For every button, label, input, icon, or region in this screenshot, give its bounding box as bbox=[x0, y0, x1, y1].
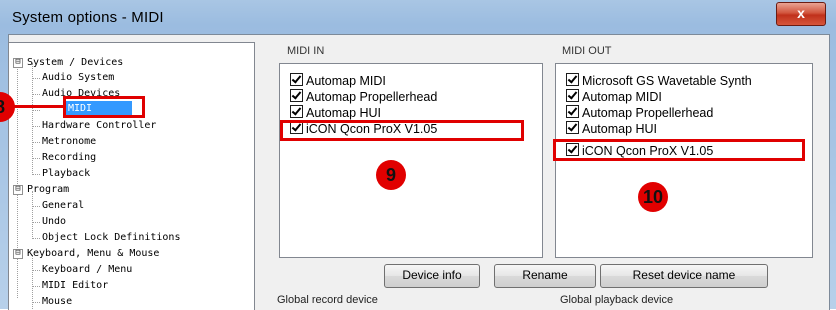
checkbox-icon[interactable] bbox=[290, 105, 303, 118]
collapse-icon[interactable]: ⊟ bbox=[13, 58, 23, 68]
tree-node-keyboard-menu[interactable]: Keyboard / Menu bbox=[42, 262, 132, 277]
tree-connector bbox=[32, 126, 40, 127]
collapse-icon[interactable]: ⊟ bbox=[13, 249, 23, 259]
highlight-midi-out-qcon bbox=[553, 139, 805, 161]
tree-node-general[interactable]: General bbox=[42, 198, 84, 213]
marker-8-leader bbox=[10, 105, 66, 108]
tree-node-audio-system[interactable]: Audio System bbox=[42, 70, 114, 85]
checkbox-icon[interactable] bbox=[566, 73, 579, 86]
window-title: System options - MIDI bbox=[12, 9, 164, 26]
highlight-midi-in-qcon bbox=[280, 120, 524, 141]
tree-connector bbox=[17, 58, 18, 298]
tree-node-label: System / Devices bbox=[27, 57, 124, 68]
reset-device-name-button[interactable]: Reset device name bbox=[600, 264, 768, 288]
midi-in-list[interactable]: Automap MIDI Automap Propellerhead Autom… bbox=[279, 63, 543, 258]
tree-node-undo[interactable]: Undo bbox=[42, 214, 66, 229]
tree-node-system-devices[interactable]: ⊟ System / Devices bbox=[13, 55, 123, 70]
rename-button[interactable]: Rename bbox=[494, 264, 596, 288]
options-tree[interactable]: ⊟ System / Devices Audio System Audio De… bbox=[8, 42, 255, 310]
tree-connector bbox=[32, 174, 40, 175]
tree-connector bbox=[32, 191, 33, 239]
midi-out-item[interactable]: Automap MIDI bbox=[566, 89, 662, 105]
checkbox-icon[interactable] bbox=[566, 89, 579, 102]
item-label: Automap MIDI bbox=[582, 90, 662, 104]
tree-connector bbox=[32, 142, 40, 143]
midi-out-item[interactable]: Microsoft GS Wavetable Synth bbox=[566, 73, 752, 89]
tree-connector bbox=[32, 238, 40, 239]
global-record-device-label: Global record device bbox=[277, 294, 378, 306]
tree-node-metronome[interactable]: Metronome bbox=[42, 134, 96, 149]
midi-out-label: MIDI OUT bbox=[562, 45, 612, 57]
checkbox-icon[interactable] bbox=[290, 73, 303, 86]
item-label: Automap HUI bbox=[582, 122, 658, 136]
global-playback-device-label: Global playback device bbox=[560, 294, 674, 306]
tree-connector bbox=[32, 302, 40, 303]
tree-connector bbox=[32, 158, 40, 159]
item-label: Automap Propellerhead bbox=[582, 106, 714, 120]
midi-out-item[interactable]: Automap Propellerhead bbox=[566, 105, 713, 121]
tree-node-hardware-controller[interactable]: Hardware Controller bbox=[42, 118, 156, 133]
midi-in-label: MIDI IN bbox=[287, 45, 325, 57]
tree-node-label: Program bbox=[27, 184, 70, 195]
marker-9: 9 bbox=[376, 160, 406, 190]
tree-connector bbox=[32, 222, 40, 223]
marker-10: 10 bbox=[638, 182, 668, 212]
item-label: Automap MIDI bbox=[306, 74, 386, 88]
midi-out-item[interactable]: Automap HUI bbox=[566, 121, 657, 137]
tree-connector bbox=[32, 110, 40, 111]
midi-in-item[interactable]: Automap MIDI bbox=[290, 73, 386, 89]
tree-node-playback[interactable]: Playback bbox=[42, 166, 90, 181]
checkbox-icon[interactable] bbox=[566, 105, 579, 118]
item-label: Automap Propellerhead bbox=[306, 90, 438, 104]
close-button[interactable]: x bbox=[776, 2, 826, 26]
midi-in-item[interactable]: Automap HUI bbox=[290, 105, 381, 121]
title-bar[interactable]: System options - MIDI x bbox=[0, 0, 836, 34]
item-label: Automap HUI bbox=[306, 106, 382, 120]
collapse-icon[interactable]: ⊟ bbox=[13, 185, 23, 195]
tree-connector bbox=[32, 206, 40, 207]
device-info-button[interactable]: Device info bbox=[384, 264, 480, 288]
system-options-window: System options - MIDI x ⊟ System / Devic… bbox=[0, 0, 836, 310]
tree-node-keyboard-menu-mouse[interactable]: ⊟ Keyboard, Menu & Mouse bbox=[13, 246, 159, 261]
highlight-midi-node bbox=[63, 96, 145, 118]
tree-node-label: Keyboard, Menu & Mouse bbox=[27, 248, 160, 259]
tree-node-midi-editor[interactable]: MIDI Editor bbox=[42, 278, 108, 293]
tree-node-object-lock[interactable]: Object Lock Definitions bbox=[42, 230, 180, 245]
tree-connector bbox=[32, 270, 40, 271]
midi-in-item[interactable]: Automap Propellerhead bbox=[290, 89, 437, 105]
item-label: Microsoft GS Wavetable Synth bbox=[582, 74, 752, 88]
tree-node-recording[interactable]: Recording bbox=[42, 150, 96, 165]
tree-connector bbox=[32, 286, 40, 287]
tree-node-mouse[interactable]: Mouse bbox=[42, 294, 72, 309]
checkbox-icon[interactable] bbox=[290, 89, 303, 102]
tree-connector bbox=[32, 78, 40, 79]
checkbox-icon[interactable] bbox=[566, 121, 579, 134]
tree-connector bbox=[32, 94, 40, 95]
tree-node-program[interactable]: ⊟ Program bbox=[13, 182, 69, 197]
